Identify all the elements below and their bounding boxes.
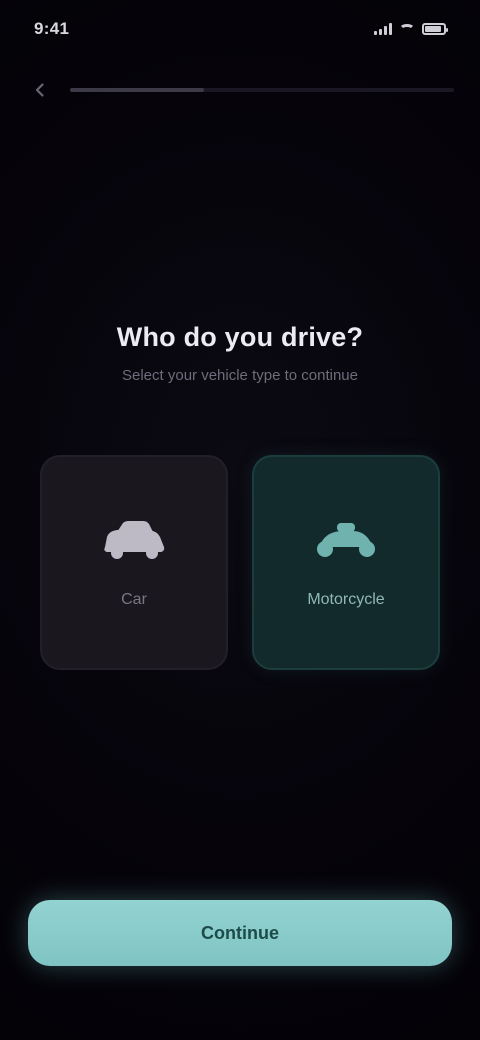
onboarding-screen: 9:41 Who do you drive? Select your vehic… (0, 0, 480, 1040)
question-heading: Who do you drive? Select your vehicle ty… (40, 322, 440, 384)
vehicle-options: Car Motorcycle (40, 455, 440, 670)
top-nav (26, 72, 454, 108)
car-icon (104, 520, 165, 559)
option-label: Car (121, 590, 147, 608)
progress-bar (70, 88, 454, 92)
status-icons (374, 23, 448, 35)
page-title: Who do you drive? (116, 322, 364, 352)
option-car[interactable]: Car (40, 455, 228, 670)
back-button[interactable] (26, 76, 54, 104)
battery-icon (422, 23, 448, 35)
page-subtitle: Select your vehicle type to continue (122, 367, 358, 384)
wifi-icon (399, 23, 415, 35)
option-label: Motorcycle (307, 590, 385, 608)
signal-icon (374, 23, 392, 35)
status-time: 9:41 (34, 19, 70, 38)
chevron-left-icon (35, 83, 44, 97)
motorcycle-icon (317, 522, 375, 557)
status-bar: 9:41 (0, 0, 480, 58)
battery-level (425, 26, 442, 32)
progress-fill (70, 88, 205, 92)
option-motorcycle[interactable]: Motorcycle (252, 455, 440, 670)
continue-button[interactable]: Continue (28, 900, 452, 966)
cta-container: Continue (28, 900, 452, 966)
